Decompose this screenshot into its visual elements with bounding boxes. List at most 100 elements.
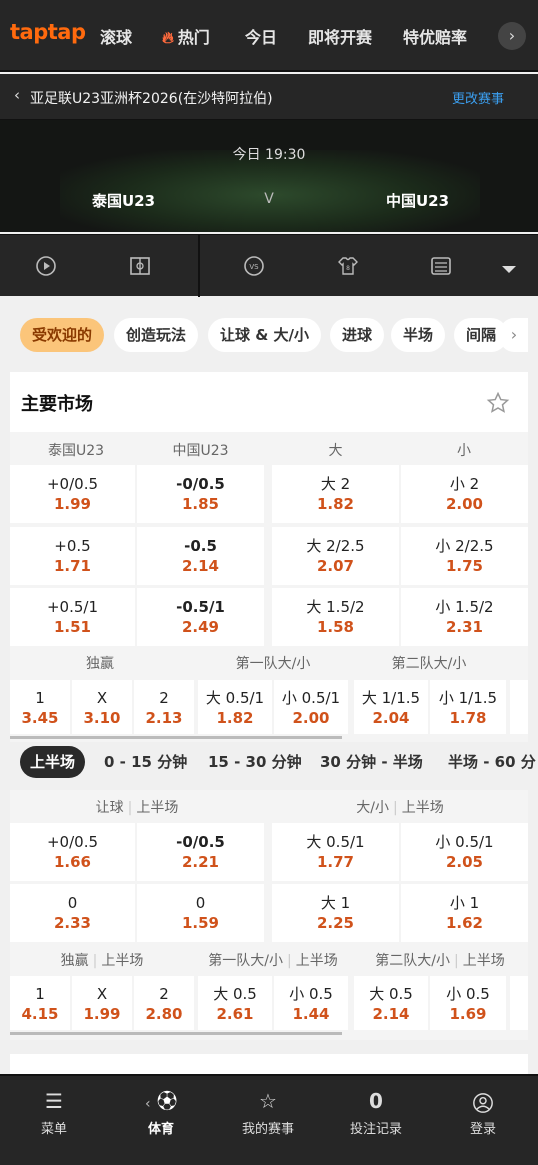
- header-team1-ou-first-half: 第一队大/小 | 上半场: [208, 953, 338, 969]
- nav-item-hot[interactable]: 🔥︎ 热门: [162, 24, 210, 48]
- nav-item-live[interactable]: 滚球: [100, 24, 132, 48]
- odds-cell[interactable]: +0/0.5 1.66: [10, 823, 135, 881]
- header-team2-ou-first-half: 第二队大/小 | 上半场: [375, 953, 505, 969]
- odds-cell[interactable]: 小 0.5 1.44: [274, 976, 348, 1030]
- odds-cell[interactable]: 大 2 1.82: [272, 465, 399, 523]
- period-tabs: 上半场 0 - 15 分钟 15 - 30 分钟 30 分钟 - 半场 半场 -…: [0, 746, 538, 782]
- market-category-chips: 受欢迎的 创造玩法 让球 & 大/小 进球 半场 间隔 ›: [0, 318, 538, 354]
- horizontal-scrollbar[interactable]: [10, 736, 342, 739]
- bottom-nav-my-events[interactable]: ☆ 我的赛事: [223, 1088, 313, 1137]
- taptap-logo[interactable]: taptap: [10, 20, 86, 44]
- odds-cell[interactable]: 2 2.13: [134, 680, 194, 734]
- statistics-board-icon[interactable]: [430, 255, 452, 277]
- soccer-ball-icon: ‹ ⚽︎: [145, 1089, 177, 1113]
- header-over: 大: [328, 443, 343, 459]
- odds-cell[interactable]: 小 1/1.5 1.78: [430, 680, 506, 734]
- odds-cell[interactable]: -0/0.5 1.85: [137, 465, 264, 523]
- header-team1-ou: 第一队大/小: [235, 656, 311, 672]
- odds-cell[interactable]: -0.5/1 2.49: [137, 588, 264, 646]
- top-navigation: taptap 滚球 🔥︎ 热门 今日 即将开赛 特优赔率 ›: [0, 0, 538, 72]
- odds-cell[interactable]: 1 4.15: [10, 976, 70, 1030]
- chevron-right-icon[interactable]: ›: [500, 318, 528, 352]
- odds-cell-partial[interactable]: [510, 680, 528, 734]
- chip-goals[interactable]: 进球: [330, 318, 385, 352]
- away-team: 中国U23: [386, 192, 450, 210]
- chip-popular[interactable]: 受欢迎的: [20, 318, 105, 352]
- match-banner: 今日 19:30 泰国U23 V 中国U23: [0, 120, 538, 232]
- odds-cell[interactable]: 大 1.5/2 1.58: [272, 588, 399, 646]
- odds-cell[interactable]: 小 0.5/1 2.05: [401, 823, 528, 881]
- nav-item-today[interactable]: 今日: [245, 24, 277, 48]
- odds-cell[interactable]: 小 1.5/2 2.31: [401, 588, 528, 646]
- back-arrow-icon[interactable]: ‹: [14, 86, 20, 104]
- header-home: 泰国U23: [47, 443, 105, 459]
- nav-item-special-odds[interactable]: 特优赔率: [403, 24, 467, 48]
- odds-cell[interactable]: +0.5 1.71: [10, 527, 135, 585]
- odds-cell[interactable]: 0 2.33: [10, 884, 135, 942]
- header-away: 中国U23: [172, 443, 229, 459]
- odds-cell[interactable]: 大 1/1.5 2.04: [354, 680, 428, 734]
- user-icon: [438, 1088, 528, 1114]
- nav-item-upcoming[interactable]: 即将开赛: [308, 24, 372, 48]
- odds-cell-partial[interactable]: [510, 976, 528, 1030]
- odds-cell[interactable]: 小 1 1.62: [401, 884, 528, 942]
- header-team2-ou: 第二队大/小: [391, 656, 467, 672]
- chip-create-bet[interactable]: 创造玩法: [114, 318, 199, 352]
- horizontal-scrollbar[interactable]: [10, 1032, 342, 1035]
- odds-cell[interactable]: 小 2/2.5 1.75: [401, 527, 528, 585]
- odds-cell[interactable]: 2 2.80: [134, 976, 194, 1030]
- next-market-card: [10, 1054, 528, 1074]
- change-event-link[interactable]: 更改赛事: [452, 88, 504, 107]
- tab-15-30-min[interactable]: 15 - 30 分钟: [208, 751, 302, 772]
- tab-0-15-min[interactable]: 0 - 15 分钟: [104, 751, 187, 772]
- bet-count: 0: [369, 1089, 383, 1113]
- star-icon: ☆: [259, 1089, 277, 1113]
- odds-cell[interactable]: X 3.10: [72, 680, 132, 734]
- tab-half-60-min[interactable]: 半场 - 60 分: [448, 751, 536, 772]
- odds-cell[interactable]: X 1.99: [72, 976, 132, 1030]
- odds-cell[interactable]: 大 2/2.5 2.07: [272, 527, 399, 585]
- odds-cell[interactable]: +0.5/1 1.51: [10, 588, 135, 646]
- odds-cell[interactable]: -0.5 2.14: [137, 527, 264, 585]
- main-market-title: 主要市场: [21, 394, 93, 415]
- chip-half[interactable]: 半场: [391, 318, 446, 352]
- play-icon[interactable]: [35, 255, 57, 277]
- head-to-head-icon[interactable]: VS: [243, 255, 265, 277]
- fire-icon: 🔥︎: [162, 28, 174, 47]
- chevron-right-icon[interactable]: ›: [498, 22, 526, 50]
- breadcrumb: ‹ 亚足联U23亚洲杯2026(在沙特阿拉伯) 更改赛事: [0, 74, 538, 120]
- menu-icon: ☰: [45, 1089, 63, 1113]
- odds-cell[interactable]: 大 0.5 2.61: [198, 976, 272, 1030]
- bottom-nav-login[interactable]: 登录: [438, 1088, 528, 1137]
- odds-cell[interactable]: 1 3.45: [10, 680, 70, 734]
- lineup-shirt-icon[interactable]: 8: [337, 255, 359, 277]
- odds-cell[interactable]: 大 1 2.25: [272, 884, 399, 942]
- header-under: 小: [457, 443, 471, 459]
- star-icon[interactable]: [486, 391, 510, 415]
- chevron-down-icon[interactable]: [498, 259, 520, 281]
- odds-cell[interactable]: 大 0.5/1 1.82: [198, 680, 272, 734]
- svg-text:8: 8: [346, 265, 350, 272]
- tab-first-half[interactable]: 上半场: [20, 746, 86, 778]
- odds-cell[interactable]: 小 2 2.00: [401, 465, 528, 523]
- chip-handicap-over-under[interactable]: 让球 & 大/小: [208, 318, 322, 352]
- header-handicap-first-half: 让球 | 上半场: [95, 800, 179, 816]
- odds-cell[interactable]: 0 1.59: [137, 884, 264, 942]
- header-1x2: 独赢: [86, 656, 114, 672]
- tab-30-min-half[interactable]: 30 分钟 - 半场: [320, 751, 423, 772]
- bottom-nav-menu[interactable]: ☰ 菜单: [9, 1088, 99, 1137]
- pitch-icon[interactable]: [129, 255, 151, 277]
- bottom-nav-sports[interactable]: ‹ ⚽︎ 体育: [116, 1088, 206, 1137]
- bottom-nav-bet-history[interactable]: 0 投注记录: [331, 1088, 421, 1137]
- competition-title[interactable]: 亚足联U23亚洲杯2026(在沙特阿拉伯): [30, 88, 273, 108]
- match-tools-bar: VS 8: [0, 234, 538, 297]
- odds-cell[interactable]: -0/0.5 2.21: [137, 823, 264, 881]
- odds-cell[interactable]: 大 0.5/1 1.77: [272, 823, 399, 881]
- bottom-navigation: ☰ 菜单 ‹ ⚽︎ 体育 ☆ 我的赛事 0 投注记录 登录: [0, 1074, 538, 1165]
- odds-cell[interactable]: 小 0.5/1 2.00: [274, 680, 348, 734]
- odds-cell[interactable]: 大 0.5 2.14: [354, 976, 428, 1030]
- header-ou-first-half: 大/小 | 上半场: [356, 800, 444, 816]
- odds-cell[interactable]: 小 0.5 1.69: [430, 976, 506, 1030]
- svg-text:VS: VS: [249, 263, 259, 271]
- odds-cell[interactable]: +0/0.5 1.99: [10, 465, 135, 523]
